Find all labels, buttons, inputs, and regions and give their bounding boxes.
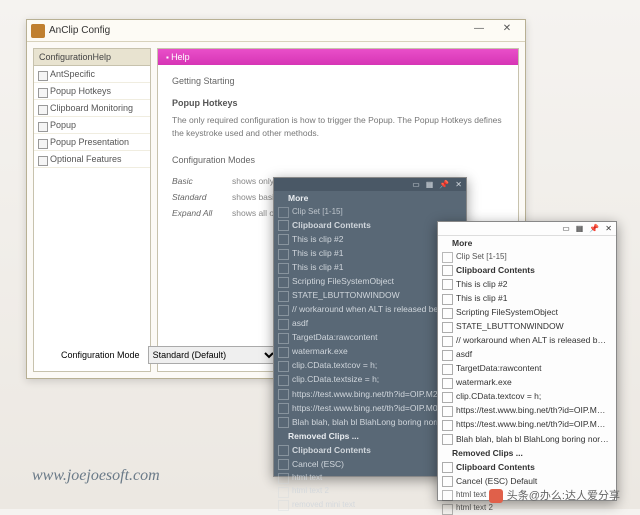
section-subtitle: Getting Starting — [172, 75, 504, 89]
clipset-label[interactable]: Clip Set [1-15] — [438, 250, 616, 263]
clip-item[interactable]: html text 2 — [438, 502, 616, 515]
tool-icon[interactable]: ▦ — [426, 180, 434, 189]
footer-label: Configuration Mode — [61, 350, 140, 360]
help-heading: Popup Hotkeys — [172, 97, 504, 111]
mode-key: Standard — [172, 191, 232, 204]
pin-icon[interactable]: 📌 — [439, 180, 449, 189]
removed-section[interactable]: Removed Clips ... — [438, 446, 616, 460]
titlebar: AnClip Config — ✕ — [27, 20, 525, 42]
app-icon — [31, 24, 45, 38]
clip-item[interactable]: https://test.www.bing.net/th?id=OIP.M2A4… — [438, 404, 616, 418]
clip-item[interactable]: STATE_LBUTTONWINDOW — [438, 320, 616, 334]
clip-item[interactable]: // workaround when ALT is released befor… — [438, 334, 616, 348]
close-icon[interactable]: ✕ — [455, 180, 462, 189]
clip-item[interactable]: This is clip #2 — [438, 277, 616, 291]
watermark: www.joejoesoft.com — [32, 467, 160, 485]
close-button[interactable]: ✕ — [493, 23, 521, 39]
tree-item[interactable]: Optional Features — [34, 151, 150, 168]
clip-item[interactable]: This is clip #1 — [438, 292, 616, 306]
tree-item[interactable]: Popup Presentation — [34, 134, 150, 151]
tree-header: ConfigurationHelp — [34, 49, 150, 66]
clip-item[interactable]: asdf — [438, 348, 616, 362]
clip-item[interactable]: https://test.www.bing.net/th?id=OIP.M006… — [438, 418, 616, 432]
tool-icon[interactable]: ▭ — [562, 224, 570, 233]
clip-item[interactable]: Blah blah, blah bl BlahLong boring norma… — [438, 432, 616, 446]
tool-icon[interactable]: ▦ — [576, 224, 584, 233]
help-text: The only required configuration is how t… — [172, 114, 504, 140]
mode-key: Basic — [172, 175, 232, 188]
popup-toolbar: ▭ ▦ 📌 ✕ — [438, 222, 616, 236]
tree-item[interactable]: Popup — [34, 117, 150, 134]
tool-icon[interactable]: ▭ — [412, 180, 420, 189]
mode-select[interactable]: Standard (Default) — [148, 346, 278, 364]
close-icon[interactable]: ✕ — [605, 224, 612, 233]
clip-item[interactable]: Scripting FileSystemObject — [438, 306, 616, 320]
clip-item[interactable]: clip.CData.textcov = h; — [438, 390, 616, 404]
tree-item[interactable]: Clipboard Monitoring — [34, 100, 150, 117]
minimize-button[interactable]: — — [465, 23, 493, 39]
nav-tree: ConfigurationHelp AntSpecific Popup Hotk… — [33, 48, 151, 372]
more-button[interactable]: More — [274, 191, 466, 205]
modes-title: Configuration Modes — [172, 154, 504, 168]
popup-toolbar: ▭ ▦ 📌 ✕ — [274, 178, 466, 191]
clip-item[interactable]: TargetData:rawcontent — [438, 362, 616, 376]
popup-light: ▭ ▦ 📌 ✕ More Clip Set [1-15] Clipboard Cont… — [437, 221, 617, 501]
tree-item[interactable]: AntSpecific — [34, 66, 150, 83]
section-clipboard[interactable]: Clipboard Contents — [438, 263, 616, 277]
section-clipboard[interactable]: Clipboard Contents — [438, 460, 616, 474]
pin-icon[interactable]: 📌 — [589, 224, 599, 233]
window-title: AnClip Config — [49, 25, 465, 36]
clip-item[interactable]: watermark.exe — [438, 376, 616, 390]
byline: 头条@办么:达人爱分享 — [489, 487, 620, 503]
mode-key: Expand All — [172, 207, 232, 220]
main-header: Help — [158, 49, 518, 65]
more-button[interactable]: More — [438, 236, 616, 250]
tree-item[interactable]: Popup Hotkeys — [34, 83, 150, 100]
clipset-label[interactable]: Clip Set [1-15] — [274, 205, 466, 218]
